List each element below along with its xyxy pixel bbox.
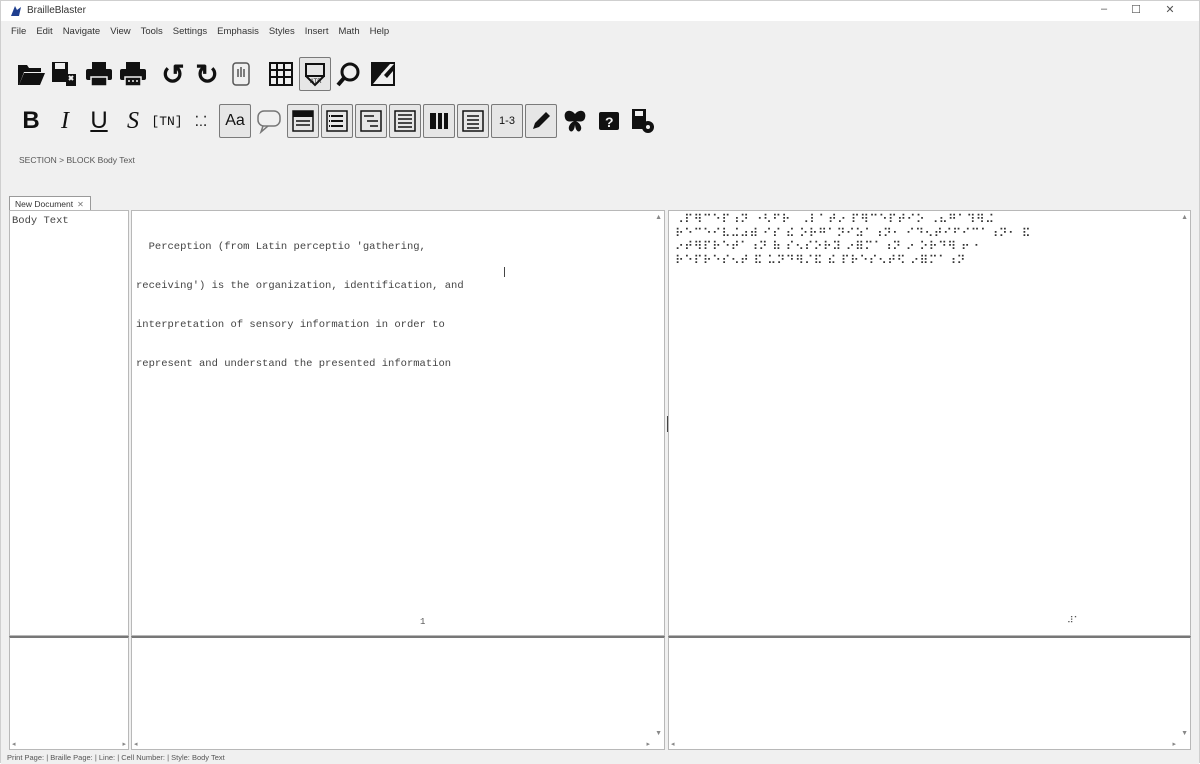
braille-page-mark: ⠼⠁ (1067, 616, 1081, 626)
list-block-icon[interactable] (457, 104, 489, 138)
braille-view[interactable]: ⠠⠏⠻⠉⠑⠏⠰⠝ ⠐⠣⠋⠗⠀⠠⠇⠁⠞⠔ ⠏⠻⠉⠑⠏⠞⠊⠕ ⠠⠦⠛⠁⠹⠻⠬ ⠗⠑⠉… (668, 210, 1191, 636)
page-number-button[interactable]: 1-3 (491, 104, 523, 138)
menu-navigate[interactable]: Navigate (57, 23, 105, 37)
format-toolbar: B I U S [TN] ⁚.⁚ Aa 1-3 ? (15, 104, 659, 138)
settings-icon[interactable] (627, 104, 659, 138)
bold-button[interactable]: B (15, 104, 47, 138)
heading-icon[interactable] (287, 104, 319, 138)
pane-divider[interactable] (667, 416, 668, 432)
menu-tools[interactable]: Tools (135, 23, 167, 37)
edit-icon[interactable] (525, 104, 557, 138)
transcriber-emphasis-button[interactable]: ⁚.⁚ (185, 104, 217, 138)
scroll-right-icon[interactable]: ▸ (1172, 740, 1176, 748)
title-bar: BrailleBlaster – ☐ ✕ (1, 1, 1199, 21)
braille-line: ⠗⠑⠏⠗⠑⠎⠢⠞ ⠯ ⠥⠝⠙⠻⠌⠯ ⠮ ⠏⠗⠑⠎⠢⠞⠫ ⠔⠿⠍⠁⠰⠝ (675, 252, 966, 267)
underline-button[interactable]: U (83, 104, 115, 138)
list-level-icon[interactable] (355, 104, 387, 138)
app-logo-icon (11, 6, 21, 16)
braille-line: ⠠⠏⠻⠉⠑⠏⠰⠝ ⠐⠣⠋⠗⠀⠠⠇⠁⠞⠔ ⠏⠻⠉⠑⠏⠞⠊⠕ ⠠⠦⠛⠁⠹⠻⠬ (675, 212, 995, 226)
svg-text:ATR: ATR (310, 79, 322, 85)
font-attributes-button[interactable]: Aa (219, 104, 251, 138)
print-line: Perception (from Latin perceptio 'gather… (136, 241, 426, 253)
print-line: receiving') is the organization, identif… (136, 280, 464, 292)
image-describer-icon[interactable]: ATR (299, 57, 331, 91)
scroll-left-icon[interactable]: ◂ (134, 740, 138, 748)
redo-icon[interactable]: ↻ (191, 57, 223, 91)
menu-math[interactable]: Math (332, 23, 363, 37)
braille-view-lower[interactable]: ◂ ▸ ▼ (668, 636, 1191, 750)
tab-new-document[interactable]: New Document ✕ (9, 196, 91, 211)
maximize-button[interactable]: ☐ (1123, 3, 1149, 19)
svg-text:?: ? (605, 114, 614, 130)
scroll-up-icon[interactable]: ▲ (655, 214, 662, 221)
document-tabs: New Document ✕ (9, 194, 91, 211)
braille-line: ⠗⠑⠉⠑⠊⠧⠬⠴⠾ ⠊⠎ ⠮ ⠕⠗⠛⠁⠝⠊⠵⠁⠰⠝⠂ ⠊⠙⠢⠞⠊⠋⠊⠉⠁⠰⠝⠂ … (675, 225, 1031, 240)
window-title: BrailleBlaster (27, 5, 86, 16)
emboss-icon[interactable] (117, 57, 149, 91)
scroll-left-icon[interactable]: ◂ (12, 740, 16, 748)
help-icon[interactable]: ? (593, 104, 625, 138)
image-icon[interactable] (367, 57, 399, 91)
braille-text[interactable]: ⠠⠏⠻⠉⠑⠏⠰⠝ ⠐⠣⠋⠗⠀⠠⠇⠁⠞⠔ ⠏⠻⠉⠑⠏⠞⠊⠕ ⠠⠦⠛⠁⠹⠻⠬ ⠗⠑⠉… (675, 212, 1085, 267)
print-page-mark: 1 (420, 617, 426, 627)
status-text: Print Page: | Braille Page: | Line: | Ce… (7, 753, 225, 762)
main-toolbar: ↺ ↻ ATR (15, 57, 399, 91)
minimize-button[interactable]: – (1091, 3, 1117, 19)
tab-close-icon[interactable]: ✕ (77, 200, 84, 209)
breadcrumb: SECTION > BLOCK Body Text (19, 155, 135, 165)
style-label: Body Text (12, 215, 69, 227)
print-view-lower[interactable]: ◂ ▸ ▼ (131, 636, 665, 750)
save-icon[interactable] (49, 57, 81, 91)
print-view[interactable]: Perception (from Latin perceptio 'gather… (131, 210, 665, 636)
menu-bar: File Edit Navigate View Tools Settings Emphasi… (1, 21, 1199, 39)
transcriber-note-button[interactable]: [TN] (151, 104, 183, 138)
menu-file[interactable]: File (1, 23, 30, 37)
scroll-down-icon[interactable]: ▼ (1181, 730, 1188, 737)
print-text[interactable]: Perception (from Latin perceptio 'gather… (136, 215, 516, 397)
braille-line: ⠔⠞⠻⠏⠗⠑⠞⠁⠰⠝ ⠷ ⠎⠢⠎⠕⠗⠽ ⠔⠿⠍⠁⠰⠝ ⠔ ⠕⠗⠙⠻ ⠖⠐ (675, 239, 980, 253)
menu-edit[interactable]: Edit (30, 23, 56, 37)
scroll-right-icon[interactable]: ▸ (122, 740, 126, 748)
table-editor-icon[interactable] (423, 104, 455, 138)
scroll-right-icon[interactable]: ▸ (646, 740, 650, 748)
list-multi-icon[interactable] (389, 104, 421, 138)
print-icon[interactable] (83, 57, 115, 91)
hand-icon[interactable] (225, 57, 257, 91)
speech-bubble-icon[interactable] (253, 104, 285, 138)
butterfly-icon[interactable] (559, 104, 591, 138)
close-button[interactable]: ✕ (1157, 3, 1183, 19)
menu-styles[interactable]: Styles (263, 23, 299, 37)
list-icon[interactable] (321, 104, 353, 138)
text-cursor (504, 267, 505, 277)
print-line: interpretation of sensory information in… (136, 319, 445, 331)
open-folder-icon[interactable] (15, 57, 47, 91)
style-pane-lower[interactable]: ◂ ▸ (9, 636, 129, 750)
tab-label: New Document (15, 199, 74, 209)
search-icon[interactable] (333, 57, 365, 91)
menu-emphasis[interactable]: Emphasis (211, 23, 263, 37)
scroll-up-icon[interactable]: ▲ (1181, 214, 1188, 221)
menu-help[interactable]: Help (364, 23, 394, 37)
menu-view[interactable]: View (104, 23, 134, 37)
scroll-down-icon[interactable]: ▼ (655, 730, 662, 737)
menu-settings[interactable]: Settings (167, 23, 211, 37)
app-window: BrailleBlaster – ☐ ✕ File Edit Navigate Vie… (0, 0, 1200, 764)
menu-insert[interactable]: Insert (299, 23, 333, 37)
undo-icon[interactable]: ↺ (157, 57, 189, 91)
table-icon[interactable] (265, 57, 297, 91)
script-button[interactable]: S (117, 104, 149, 138)
italic-button[interactable]: I (49, 104, 81, 138)
status-bar: Print Page: | Braille Page: | Line: | Ce… (1, 751, 1199, 764)
style-pane[interactable]: Body Text (9, 210, 129, 636)
print-line: represent and understand the presented i… (136, 358, 452, 370)
scroll-left-icon[interactable]: ◂ (671, 740, 675, 748)
